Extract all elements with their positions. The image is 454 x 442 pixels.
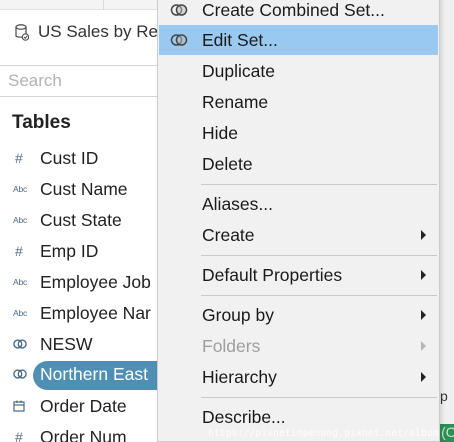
- field-order-num[interactable]: # Order Num: [0, 424, 160, 442]
- menu-item-label: Group by: [202, 304, 274, 325]
- datasource-label: US Sales by Re: [38, 22, 158, 41]
- worksheet-background: [438, 0, 454, 442]
- menu-item-delete[interactable]: Delete: [159, 149, 438, 179]
- menu-item-label: Create: [202, 224, 255, 245]
- menu-item-label: Edit Set...: [202, 29, 278, 50]
- string-type-icon: Abc: [13, 277, 28, 287]
- field-cust-state[interactable]: Abc Cust State: [0, 207, 160, 233]
- number-type-icon: #: [15, 150, 23, 166]
- calendar-icon: [0, 393, 40, 419]
- search-box: [0, 67, 160, 97]
- field-nesw[interactable]: NESW: [0, 331, 160, 357]
- field-label: Employee Nar: [40, 302, 151, 323]
- field-employee-name[interactable]: Abc Employee Nar: [0, 300, 160, 326]
- menu-item-label: Duplicate: [202, 60, 275, 81]
- field-label: Cust State: [40, 209, 122, 230]
- combined-set-icon: [168, 0, 190, 20]
- menu-separator: [201, 295, 437, 296]
- data-pane: US Sales by Re Tables # Cust ID Abc Cust…: [0, 0, 160, 442]
- database-icon: [14, 23, 30, 41]
- string-type-icon: Abc: [13, 308, 28, 318]
- submenu-arrow-icon: [421, 310, 426, 320]
- field-cust-name[interactable]: Abc Cust Name: [0, 176, 160, 202]
- menu-separator: [201, 255, 437, 256]
- set-icon: [168, 30, 190, 50]
- menu-item-label: Delete: [202, 153, 253, 174]
- menu-item-label: Aliases...: [202, 193, 273, 214]
- menu-item-create-combined-set[interactable]: Create Combined Set...: [159, 0, 438, 25]
- menu-item-label: Rename: [202, 91, 269, 112]
- field-emp-id[interactable]: # Emp ID: [0, 238, 160, 264]
- menu-item-label: Folders: [202, 335, 261, 356]
- menu-item-folders: Folders: [159, 331, 438, 361]
- tables-heading: Tables: [12, 112, 71, 133]
- menu-item-edit-set[interactable]: Edit Set...: [159, 25, 438, 55]
- string-type-icon: Abc: [13, 184, 28, 194]
- field-employee-job[interactable]: Abc Employee Job: [0, 269, 160, 295]
- search-input[interactable]: [0, 67, 150, 95]
- field-label: Cust ID: [40, 147, 99, 168]
- menu-separator: [201, 184, 437, 185]
- menu-item-rename[interactable]: Rename: [159, 87, 438, 117]
- field-label: Cust Name: [40, 178, 128, 199]
- menu-item-label: Hide: [202, 122, 238, 143]
- pane-tab-strip: [0, 0, 160, 10]
- datasource-item[interactable]: US Sales by Re: [14, 20, 160, 44]
- string-type-icon: Abc: [13, 215, 28, 225]
- menu-item-hierarchy[interactable]: Hierarchy: [159, 362, 438, 392]
- submenu-arrow-icon: [421, 230, 426, 240]
- submenu-arrow-icon: [421, 341, 426, 351]
- worksheet-fragment-text: p: [440, 388, 448, 404]
- menu-item-hide[interactable]: Hide: [159, 118, 438, 148]
- set-icon: [0, 331, 40, 357]
- field-label: Northern East: [40, 363, 148, 384]
- menu-item-default-properties[interactable]: Default Properties: [159, 260, 438, 290]
- watermark-text: https://pixnetinpenang.pixnet.net/album: [208, 428, 439, 439]
- field-label: Order Date: [40, 395, 127, 416]
- menu-item-label: Describe...: [202, 406, 286, 427]
- field-label: Employee Job: [40, 271, 151, 292]
- field-order-date[interactable]: Order Date: [0, 393, 160, 419]
- field-label: Order Num: [40, 426, 127, 442]
- field-northern-east[interactable]: Northern East: [0, 361, 160, 390]
- number-type-icon: #: [15, 243, 23, 259]
- menu-item-create[interactable]: Create: [159, 220, 438, 250]
- submenu-arrow-icon: [421, 372, 426, 382]
- divider: [0, 65, 160, 66]
- context-menu: Create Combined Set... Edit Set... Dupli…: [157, 0, 440, 442]
- menu-item-aliases[interactable]: Aliases...: [159, 189, 438, 219]
- menu-item-label: Hierarchy: [202, 366, 277, 387]
- menu-item-duplicate[interactable]: Duplicate: [159, 56, 438, 86]
- field-cust-id[interactable]: # Cust ID: [0, 145, 160, 171]
- menu-item-label: Default Properties: [202, 264, 343, 285]
- field-label: Emp ID: [40, 240, 99, 261]
- submenu-arrow-icon: [421, 270, 426, 280]
- menu-separator: [201, 397, 437, 398]
- number-type-icon: #: [15, 429, 23, 442]
- menu-item-group-by[interactable]: Group by: [159, 300, 438, 330]
- field-label: NESW: [40, 333, 93, 354]
- menu-item-label: Create Combined Set...: [202, 0, 385, 20]
